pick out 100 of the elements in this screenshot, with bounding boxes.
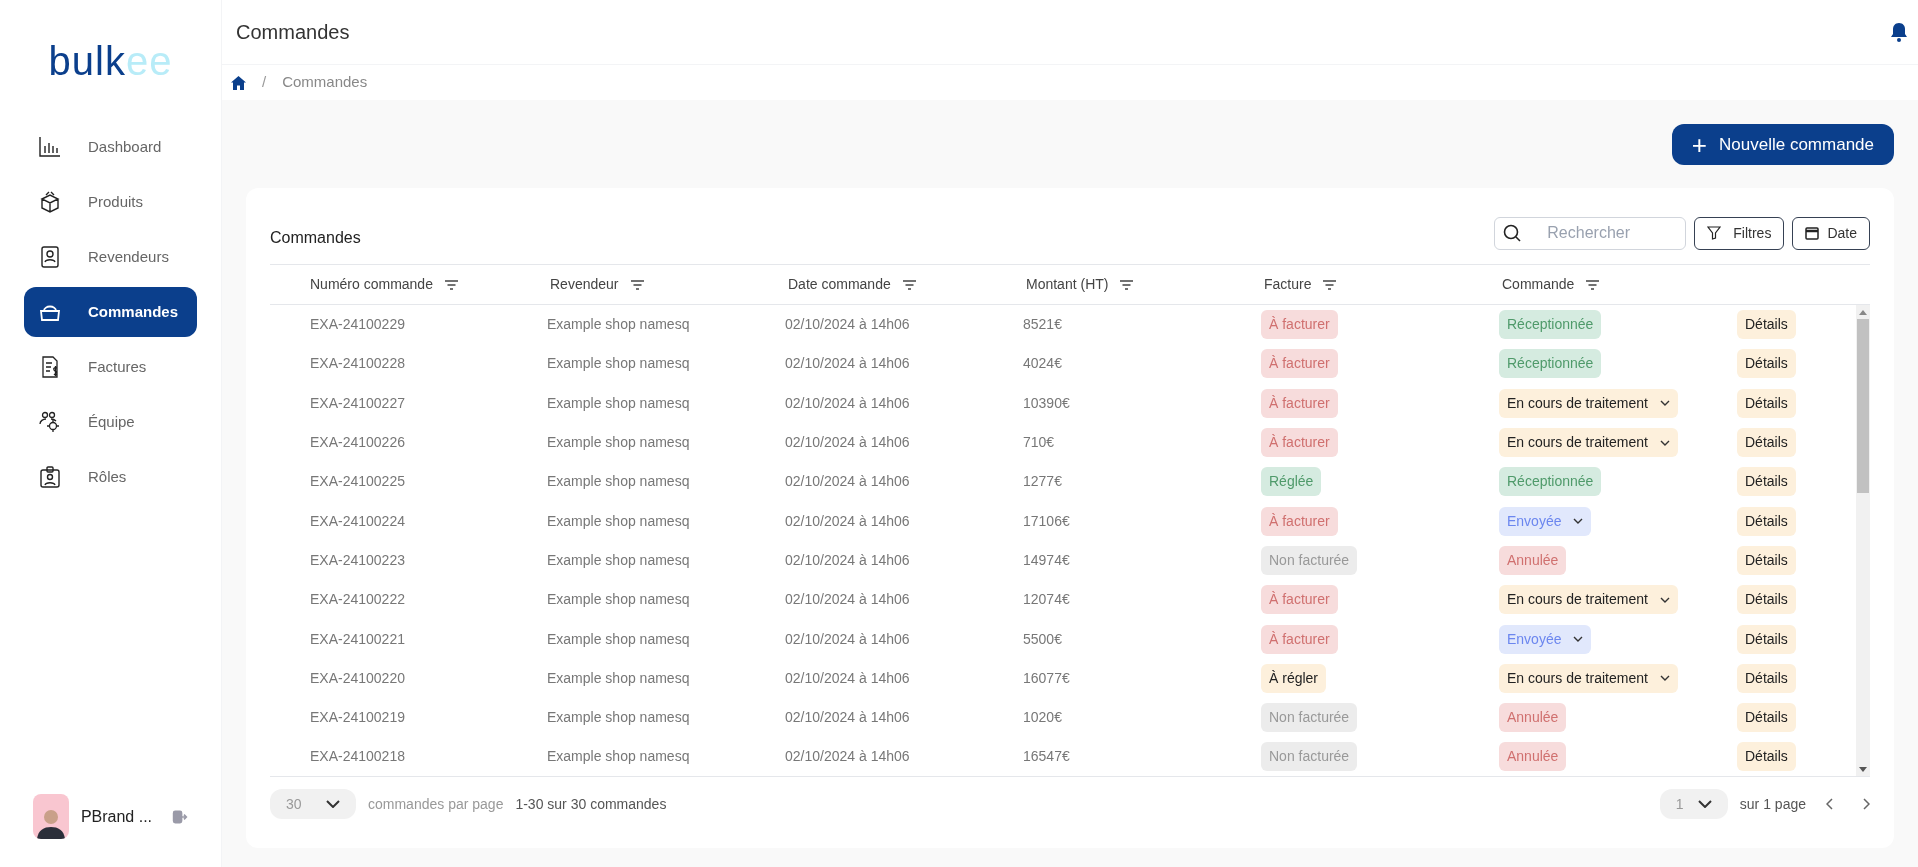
- order-amount: 710€: [1023, 434, 1055, 451]
- order-number: EXA-24100223: [310, 551, 405, 568]
- order-date: 02/10/2024 à 14h06: [785, 473, 910, 490]
- order-number: EXA-24100227: [310, 394, 405, 411]
- sidebar-item[interactable]: Rôles: [24, 452, 197, 502]
- order-amount: 1020€: [1023, 709, 1062, 726]
- sidebar-icon: [38, 135, 62, 159]
- order-status-badge: Annulée: [1499, 742, 1567, 772]
- next-page-icon[interactable]: [1862, 798, 1870, 810]
- reseller-name: Example shop namesq: [547, 551, 690, 568]
- filters-button[interactable]: Filtres: [1694, 216, 1785, 250]
- sidebar-item[interactable]: Factures: [24, 342, 197, 392]
- range-text: 1-30 sur 30 commandes: [515, 794, 667, 814]
- details-button[interactable]: Détails: [1737, 663, 1796, 693]
- order-amount: 8521€: [1023, 316, 1062, 333]
- details-button[interactable]: Détails: [1737, 585, 1796, 615]
- order-number: EXA-24100222: [310, 591, 405, 608]
- invoice-status-badge: Non facturée: [1261, 742, 1358, 772]
- order-status-badge: Réceptionnée: [1499, 310, 1602, 340]
- details-button[interactable]: Détails: [1737, 467, 1796, 497]
- details-button[interactable]: Détails: [1737, 349, 1796, 379]
- chevron-down-icon: [1659, 675, 1670, 682]
- column-header[interactable]: Revendeur: [550, 274, 619, 295]
- order-date: 02/10/2024 à 14h06: [785, 748, 910, 765]
- order-status-select[interactable]: En cours de traitement: [1499, 585, 1678, 615]
- order-date: 02/10/2024 à 14h06: [785, 591, 910, 608]
- details-button[interactable]: Détails: [1737, 624, 1796, 654]
- order-number: EXA-24100220: [310, 669, 405, 686]
- order-date: 02/10/2024 à 14h06: [785, 434, 910, 451]
- sort-icon[interactable]: [444, 279, 458, 290]
- avatar: [33, 794, 69, 839]
- order-status-select[interactable]: En cours de traitement: [1499, 388, 1678, 418]
- invoice-status-badge: À régler: [1261, 663, 1327, 693]
- search-field[interactable]: Rechercher: [1494, 216, 1687, 250]
- sidebar-item[interactable]: Revendeurs: [24, 232, 197, 282]
- reseller-name: Example shop namesq: [547, 630, 690, 647]
- date-button[interactable]: Date: [1792, 216, 1870, 250]
- scroll-up-icon[interactable]: [1859, 309, 1867, 315]
- order-number: EXA-24100221: [310, 630, 405, 647]
- column-header[interactable]: Montant (HT): [1026, 274, 1109, 295]
- sort-icon[interactable]: [1586, 279, 1600, 290]
- details-button[interactable]: Détails: [1737, 545, 1796, 575]
- order-amount: 1277€: [1023, 473, 1062, 490]
- order-status-badge: Annulée: [1499, 545, 1567, 575]
- funnel-icon: [1707, 226, 1722, 240]
- column-header[interactable]: Numéro commande: [310, 274, 433, 295]
- order-status-badge: Réceptionnée: [1499, 467, 1602, 497]
- sidebar-item[interactable]: Produits: [24, 177, 197, 227]
- order-date: 02/10/2024 à 14h06: [785, 630, 910, 647]
- order-status-select[interactable]: En cours de traitement: [1499, 428, 1678, 458]
- details-button[interactable]: Détails: [1737, 388, 1796, 418]
- scrollbar[interactable]: [1856, 305, 1870, 776]
- sort-icon[interactable]: [1323, 279, 1337, 290]
- details-button[interactable]: Détails: [1737, 506, 1796, 536]
- reseller-name: Example shop namesq: [547, 709, 690, 726]
- bell-icon[interactable]: [1890, 22, 1908, 42]
- chevron-down-icon: [1659, 400, 1670, 407]
- details-button[interactable]: Détails: [1737, 742, 1796, 772]
- order-amount: 17106€: [1023, 512, 1070, 529]
- order-date: 02/10/2024 à 14h06: [785, 316, 910, 333]
- order-status-badge: Annulée: [1499, 703, 1567, 733]
- new-order-button[interactable]: + Nouvelle commande: [1671, 124, 1894, 165]
- logo: bulkee: [48, 38, 173, 85]
- reseller-name: Example shop namesq: [547, 591, 690, 608]
- sidebar-icon: [38, 410, 62, 434]
- breadcrumb-link[interactable]: Commandes: [282, 71, 368, 94]
- column-header[interactable]: Facture: [1264, 274, 1312, 295]
- order-amount: 10390€: [1023, 394, 1070, 411]
- column-header[interactable]: Commande: [1502, 274, 1575, 295]
- order-date: 02/10/2024 à 14h06: [785, 551, 910, 568]
- order-status-select[interactable]: En cours de traitement: [1499, 663, 1678, 693]
- order-amount: 5500€: [1023, 630, 1062, 647]
- order-amount: 12074€: [1023, 591, 1070, 608]
- sidebar-icon: [38, 245, 62, 269]
- calendar-icon: [1805, 226, 1820, 240]
- reseller-name: Example shop namesq: [547, 434, 690, 451]
- sort-icon[interactable]: [1120, 279, 1134, 290]
- previous-page-icon[interactable]: [1826, 798, 1834, 810]
- details-button[interactable]: Détails: [1737, 428, 1796, 458]
- column-header[interactable]: Date commande: [788, 274, 891, 295]
- chevron-down-icon: [326, 800, 340, 808]
- details-button[interactable]: Détails: [1737, 703, 1796, 733]
- order-amount: 16547€: [1023, 748, 1070, 765]
- page-total: sur 1 page: [1739, 794, 1806, 814]
- invoice-status-badge: Non facturée: [1261, 545, 1358, 575]
- order-date: 02/10/2024 à 14h06: [785, 709, 910, 726]
- order-amount: 16077€: [1023, 669, 1070, 686]
- reseller-name: Example shop namesq: [547, 748, 690, 765]
- chevron-down-icon: [1573, 518, 1584, 525]
- sidebar-item[interactable]: Commandes: [24, 287, 197, 337]
- details-button[interactable]: Détails: [1737, 310, 1796, 340]
- sidebar-item[interactable]: Équipe: [24, 397, 197, 447]
- reseller-name: Example shop namesq: [547, 355, 690, 372]
- home-icon[interactable]: [231, 75, 246, 90]
- invoice-status-badge: À facturer: [1261, 388, 1338, 418]
- sort-icon[interactable]: [902, 279, 916, 290]
- sidebar-item[interactable]: Dashboard: [24, 122, 197, 172]
- reseller-name: Example shop namesq: [547, 512, 690, 529]
- sort-icon[interactable]: [630, 279, 644, 290]
- scroll-down-icon[interactable]: [1859, 766, 1867, 772]
